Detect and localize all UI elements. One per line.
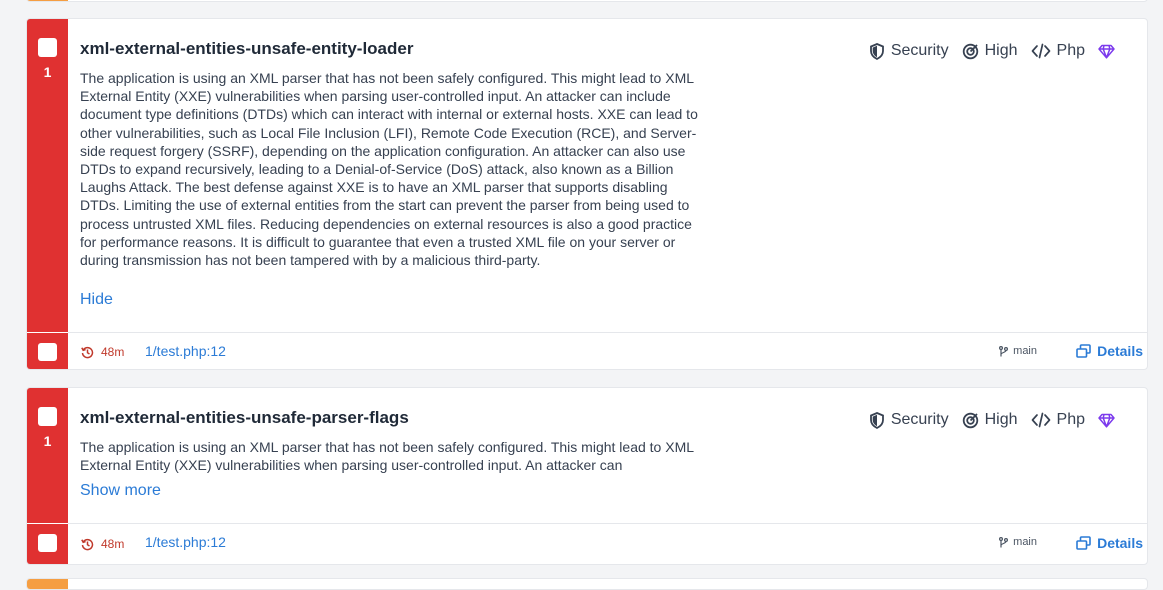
show-more-link[interactable]: Show more <box>80 482 161 500</box>
shield-icon <box>869 411 884 429</box>
hide-description-link[interactable]: Hide <box>80 291 113 309</box>
target-icon <box>962 412 978 428</box>
finding-footer: 48m 1/test.php:12 main Details <box>27 333 1147 369</box>
branch-name: main <box>1013 345 1037 357</box>
git-branch-icon <box>999 345 1009 356</box>
finding-count: 1 <box>43 64 52 80</box>
finding-card: 1 xml-external-entities-unsafe-entity-lo… <box>26 18 1148 370</box>
select-finding-checkbox[interactable] <box>38 407 57 426</box>
category-label: Security <box>890 411 949 428</box>
branch-name: main <box>1013 536 1037 548</box>
code-icon <box>1031 43 1050 59</box>
next-finding-card <box>26 578 1148 590</box>
severity-strip <box>27 579 68 589</box>
details-button[interactable]: Details <box>1076 343 1143 359</box>
finding-age: 48m <box>81 537 124 551</box>
confidence-label: High <box>984 42 1018 59</box>
severity-strip: 1 <box>27 388 68 523</box>
file-location-link[interactable]: 1/test.php:12 <box>145 343 226 359</box>
confidence-tag: High <box>962 411 1018 429</box>
language-tag: Php <box>1031 42 1085 60</box>
select-finding-checkbox[interactable] <box>38 38 57 57</box>
shield-icon <box>869 42 884 60</box>
history-icon <box>81 346 94 358</box>
details-label: Details <box>1097 535 1143 551</box>
language-label: Php <box>1056 42 1085 59</box>
category-label: Security <box>890 42 949 59</box>
language-label: Php <box>1056 411 1085 428</box>
git-branch-icon <box>999 536 1009 547</box>
finding-count: 1 <box>43 433 52 449</box>
gem-icon <box>1098 44 1115 59</box>
details-label: Details <box>1097 343 1143 359</box>
pro-badge <box>1098 44 1121 59</box>
category-tag: Security <box>869 42 949 60</box>
code-icon <box>1031 412 1050 428</box>
details-button[interactable]: Details <box>1076 535 1143 551</box>
finding-tags: Security High Php <box>856 411 1121 429</box>
age-label: 48m <box>101 537 125 551</box>
age-label: 48m <box>101 345 125 359</box>
finding-description: The application is using an XML parser t… <box>80 439 694 474</box>
finding-age: 48m <box>81 345 124 359</box>
finding-tags: Security High Php <box>856 42 1121 60</box>
finding-title[interactable]: xml-external-entities-unsafe-entity-load… <box>80 39 413 59</box>
finding-description: The application is using an XML parser t… <box>80 70 698 269</box>
target-icon <box>962 43 978 59</box>
finding-footer: 48m 1/test.php:12 main Details <box>27 524 1147 564</box>
confidence-label: High <box>984 411 1018 428</box>
finding-card: 1 xml-external-entities-unsafe-parser-fl… <box>26 387 1148 565</box>
severity-strip <box>27 0 68 1</box>
windows-icon <box>1076 344 1091 358</box>
gem-icon <box>1098 413 1115 428</box>
language-tag: Php <box>1031 411 1085 429</box>
file-location-link[interactable]: 1/test.php:12 <box>145 534 226 550</box>
branch-label: main <box>999 345 1037 357</box>
windows-icon <box>1076 536 1091 550</box>
previous-finding-card <box>26 0 1148 2</box>
finding-title[interactable]: xml-external-entities-unsafe-parser-flag… <box>80 408 409 428</box>
severity-strip: 1 <box>27 19 68 332</box>
pro-badge <box>1098 413 1121 428</box>
category-tag: Security <box>869 411 949 429</box>
history-icon <box>81 538 94 550</box>
branch-label: main <box>999 536 1037 548</box>
confidence-tag: High <box>962 42 1018 60</box>
